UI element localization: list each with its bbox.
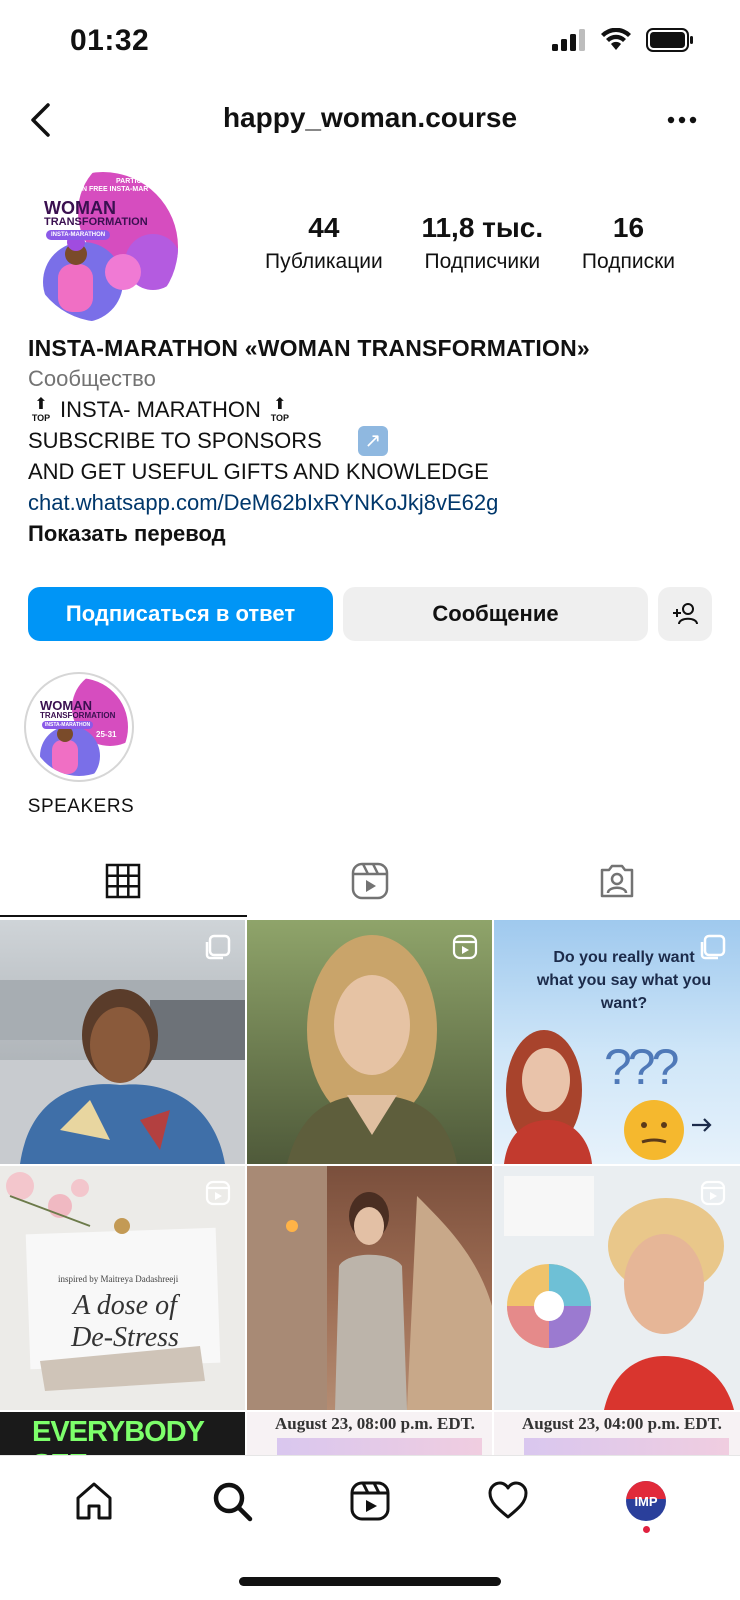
stat-following-value: 16 <box>612 212 645 243</box>
heart-icon <box>488 1481 528 1519</box>
home-indicator[interactable] <box>239 1577 501 1586</box>
more-horizontal-icon <box>667 116 697 124</box>
search-icon <box>213 1482 253 1522</box>
bio-line-2: SUBSCRIBE TO SPONSORS ↗ <box>28 425 718 456</box>
bio-line-1: ⬆ TOP INSTA- MARATHON ⬆ TOP <box>28 394 718 425</box>
arrow-up-right-icon: ↗ <box>357 425 388 456</box>
post-9-text: August 23, 04:00 p.m. EDT. <box>522 1414 722 1433</box>
cellular-signal-icon <box>552 29 585 51</box>
post-3-question-marks: ??? <box>604 1039 679 1095</box>
reels-icon <box>350 1481 390 1521</box>
highlight-badge: INSTA-MARATHON <box>42 721 94 729</box>
bio-line-2-text: SUBSCRIBE TO SPONSORS <box>28 428 322 453</box>
follow-back-button[interactable]: Подписаться в ответ <box>28 587 333 641</box>
nav-home[interactable] <box>64 1471 124 1531</box>
stat-following[interactable]: 16 Подписки <box>582 212 675 274</box>
highlight-title2: TRANSFORMATION <box>40 711 116 720</box>
post-image <box>247 1166 492 1410</box>
avatar-image <box>28 172 178 322</box>
profile-actions: Подписаться в ответ Сообщение <box>28 587 712 641</box>
avatar-text-line1: PARTICI <box>116 178 144 185</box>
posts-grid: Do you really want what you say what you… <box>0 920 740 1410</box>
tagged-person-icon <box>600 864 633 898</box>
profile-bio: INSTA-MARATHON «WOMAN TRANSFORMATION» Со… <box>28 332 718 549</box>
highlight-dates: 25-31 <box>96 730 117 739</box>
status-icons <box>552 28 694 52</box>
profile-avatar-icon: IMP <box>626 1481 666 1521</box>
post-thumbnail[interactable]: August 23, 04:00 p.m. EDT. <box>494 1412 740 1456</box>
bio-category: Сообщество <box>28 366 156 391</box>
story-highlight[interactable]: WOMAN TRANSFORMATION INSTA-MARATHON 25-3… <box>24 672 138 818</box>
carousel-icon <box>700 934 726 960</box>
nav-search[interactable] <box>202 1471 262 1531</box>
status-time: 01:32 <box>70 24 150 57</box>
bottom-nav: IMP <box>0 1455 740 1600</box>
top-label: TOP <box>270 412 290 423</box>
stat-followers-value: 11,8 тыс. <box>421 212 544 243</box>
profile-stats: 44 Публикации 11,8 тыс. Подписчики 16 По… <box>265 212 675 274</box>
grid-icon <box>106 863 141 899</box>
status-bar: 01:32 <box>0 0 740 84</box>
stat-followers-label: Подписчики <box>424 250 541 273</box>
reel-icon <box>452 934 478 960</box>
highlight-label: SPEAKERS <box>27 796 135 817</box>
nav-profile[interactable]: IMP <box>616 1471 676 1533</box>
notification-dot <box>643 1526 650 1533</box>
post-7-text: EVERYBODY SEE <box>32 1416 205 1456</box>
post-4-title: A dose of De-Stress <box>71 1290 179 1353</box>
tab-posts-grid[interactable] <box>0 845 247 917</box>
post-thumbnail[interactable] <box>247 1166 492 1410</box>
reels-icon <box>351 862 389 900</box>
top-label: TOP <box>31 412 51 423</box>
tab-reels[interactable] <box>247 845 494 917</box>
post-thumbnail[interactable] <box>0 920 245 1164</box>
post-4-subtitle: inspired by Maitreya Dadashreeji <box>58 1274 179 1284</box>
stat-following-label: Подписки <box>581 250 675 273</box>
bio-line-1-text: INSTA- MARATHON <box>60 397 261 422</box>
tab-tagged[interactable] <box>493 845 740 917</box>
reel-icon <box>700 1180 726 1206</box>
post-thumbnail[interactable]: EVERYBODY SEE <box>0 1412 245 1456</box>
message-button[interactable]: Сообщение <box>343 587 648 641</box>
posts-grid-row-3: EVERYBODY SEE August 23, 08:00 p.m. EDT.… <box>0 1412 740 1456</box>
avatar-badge: INSTA-MARATHON <box>46 230 111 240</box>
stat-posts-label: Публикации <box>265 250 383 273</box>
nav-reels[interactable] <box>340 1471 400 1531</box>
add-person-icon <box>673 603 698 625</box>
top-nav: happy_woman.course <box>0 90 740 150</box>
profile-initials: IMP <box>634 1493 658 1509</box>
profile-avatar[interactable]: PARTICI IN FREE INSTA-MAR WOMAN TRANSFOR… <box>28 172 178 322</box>
home-icon <box>76 1482 112 1520</box>
highlight-ring: WOMAN TRANSFORMATION INSTA-MARATHON 25-3… <box>24 672 134 782</box>
more-options-button[interactable] <box>662 100 702 140</box>
top-arrow-icon: ⬆ TOP <box>31 395 51 423</box>
nav-activity[interactable] <box>478 1471 538 1531</box>
post-thumbnail[interactable]: August 23, 08:00 p.m. EDT. <box>247 1412 492 1456</box>
profile-tabs <box>0 845 740 917</box>
post-thumbnail[interactable]: Do you really want what you say what you… <box>494 920 740 1164</box>
carousel-icon <box>205 934 231 960</box>
bio-link[interactable]: chat.whatsapp.com/DeM62bIxRYNKoJkj8vE62g <box>28 487 718 518</box>
profile-username: happy_woman.course <box>222 102 518 133</box>
post-8-text: August 23, 08:00 p.m. EDT. <box>275 1414 475 1433</box>
highlight-cover: WOMAN TRANSFORMATION INSTA-MARATHON 25-3… <box>30 678 128 776</box>
suggest-users-button[interactable] <box>658 587 712 641</box>
wifi-icon <box>601 28 631 50</box>
avatar-text-line2: IN FREE INSTA-MAR <box>80 186 149 193</box>
post-thumbnail[interactable]: inspired by Maitreya Dadashreeji A dose … <box>0 1166 245 1410</box>
battery-icon <box>646 28 693 52</box>
stat-posts[interactable]: 44 Публикации <box>265 212 383 274</box>
show-translation-link[interactable]: Показать перевод <box>28 518 718 549</box>
top-arrow-icon: ⬆ TOP <box>270 395 290 423</box>
bio-name: INSTA-MARATHON «WOMAN TRANSFORMATION» <box>28 335 590 361</box>
bio-line-3-text: AND GET USEFUL GIFTS AND KNOWLEDGE <box>28 459 489 484</box>
reel-icon <box>205 1180 231 1206</box>
post-thumbnail[interactable] <box>494 1166 740 1410</box>
stat-posts-value: 44 <box>308 212 340 243</box>
bio-line-3: AND GET USEFUL GIFTS AND KNOWLEDGE <box>28 456 718 487</box>
stat-followers[interactable]: 11,8 тыс. Подписчики <box>421 212 543 274</box>
post-thumbnail[interactable] <box>247 920 492 1164</box>
avatar-title2: TRANSFORMATION <box>44 216 148 228</box>
